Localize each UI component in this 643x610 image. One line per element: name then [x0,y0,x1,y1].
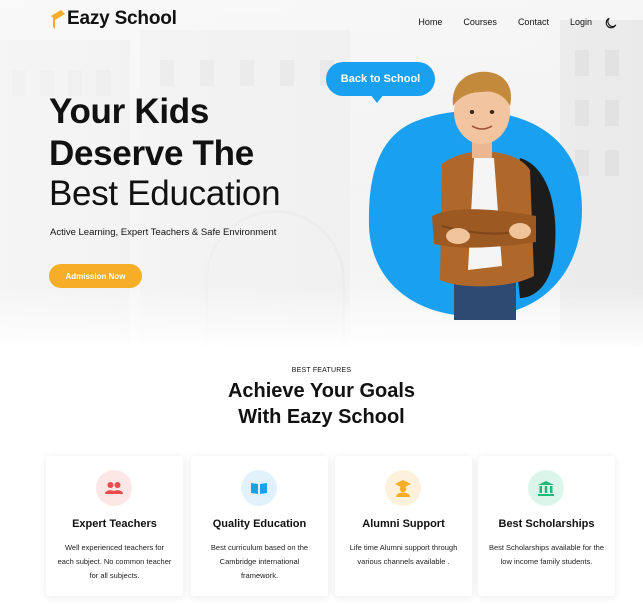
nav-contact-link[interactable]: Contact [518,17,549,27]
feature-card-title: Quality Education [212,518,307,530]
hero-title-line-3: Best Education [49,174,281,213]
feature-card-description: Best curriculum based on the Cambridge i… [210,543,309,580]
admission-now-button[interactable]: Admission Now [49,264,142,288]
hero-title-line-2: Deserve The [49,134,254,173]
graduation-cap-icon [50,8,66,30]
top-navbar: Eazy School Home Courses Contact Login [0,0,643,44]
feature-card-title: Best Scholarships [498,518,595,530]
brand-logo[interactable]: Eazy School [50,8,177,30]
feature-card-expert-teachers[interactable]: Expert Teachers Well experienced teacher… [46,456,183,596]
book-icon [241,470,277,506]
features-eyebrow: BEST FEATURES [291,367,352,374]
hero-section: Eazy School Home Courses Contact Login Y… [0,0,643,346]
feature-card-description: Best Scholarships available for the low … [488,543,605,566]
features-title-line-2: With Eazy School [238,406,405,428]
bank-icon [528,470,564,506]
graduate-icon [385,470,421,506]
main-menu: Home Courses Contact Login [397,16,617,29]
feature-card-quality-education[interactable]: Quality Education Best curriculum based … [191,456,328,596]
features-title-line-1: Achieve Your Goals [227,380,416,402]
feature-card-description: Well experienced teachers for each subje… [57,543,172,580]
feature-card-best-scholarships[interactable]: Best Scholarships Best Scholarships avai… [478,456,615,596]
student-boy-image [432,71,556,320]
feature-card-title: Alumni Support [362,518,445,530]
nav-courses-link[interactable]: Courses [463,17,497,27]
bubble-tail [370,94,384,103]
hero-tagline: Active Learning, Expert Teachers & Safe … [50,227,277,238]
users-icon [96,470,132,506]
feature-card-alumni-support[interactable]: Alumni Support Life time Alumni support … [335,456,472,596]
moon-icon[interactable] [605,16,617,29]
nav-login-link[interactable]: Login [570,17,592,27]
feature-card-description: Life time Alumni support through various… [349,543,458,566]
brand-name: Eazy School [67,8,177,29]
feature-card-title: Expert Teachers [72,518,157,530]
nav-home-link[interactable]: Home [418,17,442,27]
hero-title-line-1: Your Kids [49,92,209,131]
